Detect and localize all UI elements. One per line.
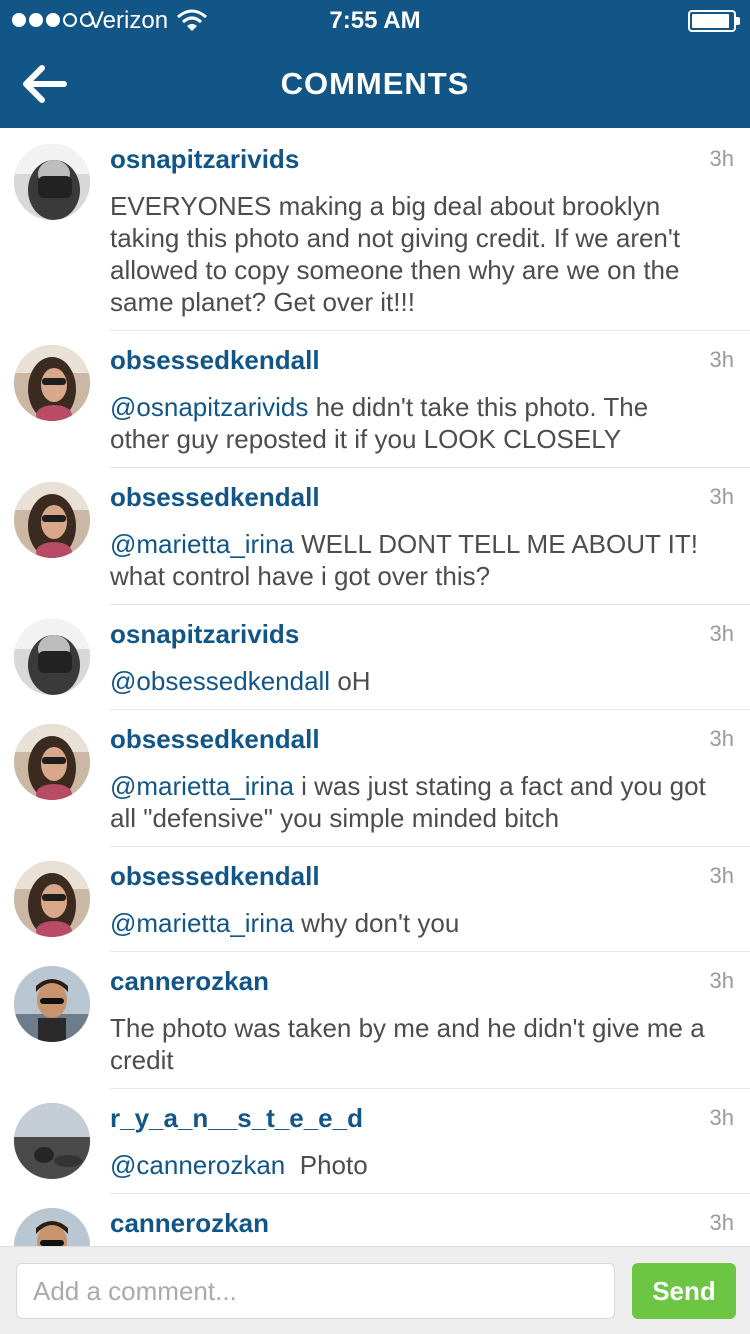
comment-text: EVERYONES making a big deal about brookl… [110,190,750,318]
comment-input[interactable] [16,1263,615,1319]
comment-text: @marietta_irina WELL DONT TELL ME ABOUT … [110,528,750,592]
comment-timestamp: 3h [709,146,734,171]
comment-content: obsessedkendall @marietta_irina WELL DONT… [110,468,750,605]
comment-content: obsessedkendall @marietta_irina why don't… [110,847,750,952]
comment-timestamp: 3h [709,863,734,888]
comment-item: osnapitzarivids @obsessedkendall oH 3h [0,605,750,710]
comment-composer: Send [0,1246,750,1334]
comment-mention[interactable]: @obsessedkendall [110,666,330,696]
comment-timestamp: 3h [709,484,734,509]
comment-text: @marietta_irina why don't you [110,907,750,939]
comment-mention[interactable]: @marietta_irina [110,529,294,559]
avatar-man-sunglasses[interactable] [14,1208,90,1246]
comment-body: Photo [285,1150,368,1180]
comment-content: osnapitzarivids @obsessedkendall oH [110,605,750,710]
comment-timestamp: 3h [709,726,734,751]
comment-item: obsessedkendall @marietta_irina WELL DONT… [0,468,750,605]
comment-timestamp: 3h [709,621,734,646]
battery-icon [688,10,740,32]
comment-username[interactable]: obsessedkendall [110,861,750,891]
comment-username[interactable]: r_y_a_n__s_t_e_e_d [110,1103,750,1133]
comment-content: cannerozkan [110,1194,750,1246]
avatar-bw-mask[interactable] [14,144,90,220]
comment-body: why don't you [293,908,460,938]
battery-level [692,14,729,28]
comment-item: cannerozkan 3h [0,1194,750,1246]
comment-timestamp: 3h [709,1105,734,1130]
comment-text: @cannerozkan Photo [110,1149,750,1181]
comment-mention[interactable]: @marietta_irina [110,771,294,801]
comment-username[interactable]: obsessedkendall [110,724,750,754]
avatar-girl-sunglasses[interactable] [14,861,90,937]
status-bar: Verizon 7:55 AM [0,0,750,40]
avatar-girl-sunglasses[interactable] [14,482,90,558]
avatar-man-sunglasses[interactable] [14,966,90,1042]
comment-username[interactable]: cannerozkan [110,966,750,996]
comment-username[interactable]: obsessedkendall [110,482,750,512]
comment-text: @osnapitzarivids he didn't take this pho… [110,391,750,455]
comment-body: oH [330,666,371,696]
comment-list[interactable]: osnapitzarivids EVERYONES making a big de… [0,130,750,1246]
comment-text: The photo was taken by me and he didn't … [110,1012,750,1076]
page-title: COMMENTS [280,66,470,101]
comment-text: @obsessedkendall oH [110,665,750,697]
avatar-bw-mask[interactable] [14,619,90,695]
comment-item: obsessedkendall @osnapitzarivids he didn'… [0,331,750,468]
comment-content: r_y_a_n__s_t_e_e_d @cannerozkan Photo [110,1089,750,1194]
comment-mention[interactable]: @osnapitzarivids [110,392,308,422]
comment-content: osnapitzarivids EVERYONES making a big de… [110,130,750,331]
comment-timestamp: 3h [709,1210,734,1235]
comment-item: r_y_a_n__s_t_e_e_d @cannerozkan Photo 3h [0,1089,750,1194]
comment-timestamp: 3h [709,347,734,372]
comment-body: EVERYONES making a big deal about brookl… [110,191,688,317]
comment-body: The photo was taken by me and he didn't … [110,1013,712,1075]
comment-text: @marietta_irina i was just stating a fac… [110,770,750,834]
send-button[interactable]: Send [632,1263,736,1319]
comment-content: obsessedkendall @osnapitzarivids he didn'… [110,331,750,468]
avatar-girl-sunglasses[interactable] [14,345,90,421]
clock: 7:55 AM [329,7,421,34]
comment-username[interactable]: osnapitzarivids [110,144,750,174]
comment-timestamp: 3h [709,968,734,993]
app-header: Verizon 7:55 AM COMMENTS [0,0,750,128]
comment-username[interactable]: cannerozkan [110,1208,750,1238]
comment-content: obsessedkendall @marietta_irina i was jus… [110,710,750,847]
avatar-coast-landscape[interactable] [14,1103,90,1179]
comment-item: obsessedkendall @marietta_irina i was jus… [0,710,750,847]
comment-item: osnapitzarivids EVERYONES making a big de… [0,130,750,331]
avatar-girl-sunglasses[interactable] [14,724,90,800]
comment-mention[interactable]: @cannerozkan [110,1150,285,1180]
comment-item: cannerozkan The photo was taken by me and… [0,952,750,1089]
comment-item: obsessedkendall @marietta_irina why don't… [0,847,750,952]
comment-content: cannerozkan The photo was taken by me and… [110,952,750,1089]
comment-username[interactable]: osnapitzarivids [110,619,750,649]
comment-mention[interactable]: @marietta_irina [110,908,294,938]
comment-username[interactable]: obsessedkendall [110,345,750,375]
